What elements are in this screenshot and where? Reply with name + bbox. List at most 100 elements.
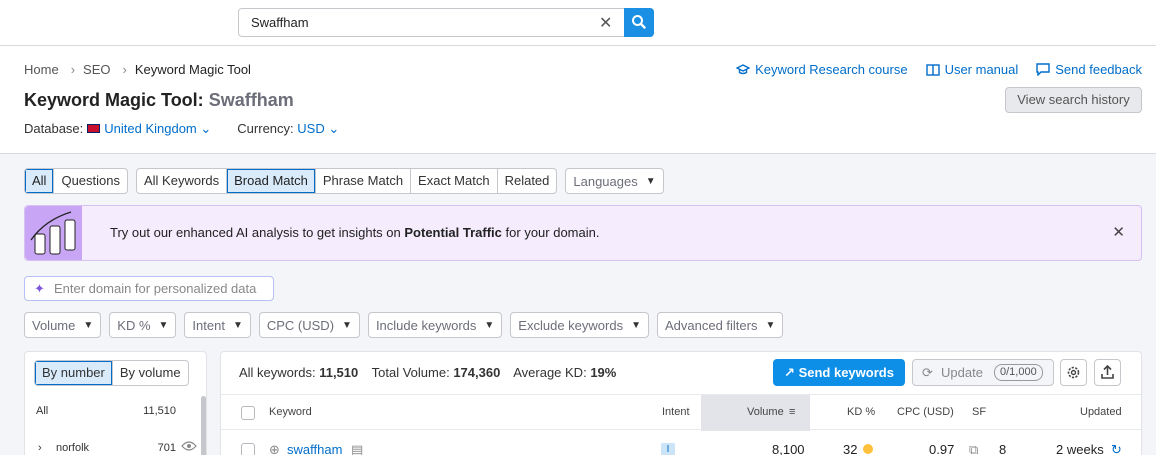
search-box[interactable]: Swaffham ✕ [238, 8, 654, 37]
sf-count: 8 [999, 442, 1007, 455]
domain-input[interactable]: ✦ Enter domain for personalized data [24, 276, 274, 301]
scrollbar[interactable] [201, 396, 206, 455]
filter-bar: Volume ▼ KD % ▼ Intent ▼ CPC (USD) ▼ Include… [24, 312, 784, 338]
update-count-badge: 0/1,000 [994, 364, 1043, 381]
add-circle-icon[interactable]: ⊕ [269, 442, 280, 455]
settings-button[interactable] [1060, 359, 1087, 386]
view-search-history-button[interactable]: View search history [1005, 87, 1142, 113]
send-keywords-label: Send keywords [798, 365, 894, 380]
group-sort-toggle: By number By volume [34, 360, 189, 386]
column-kd[interactable]: KD % [847, 406, 875, 418]
cpc-filter[interactable]: CPC (USD) ▼ [258, 312, 360, 338]
book-icon [925, 63, 940, 76]
graduation-cap-icon [736, 63, 751, 74]
question-toggle: All Questions [24, 168, 128, 194]
share-arrow-icon: ↗ [784, 365, 795, 380]
languages-dropdown[interactable]: Languages ▼ [565, 168, 664, 194]
total-volume-label: Total Volume: [371, 365, 450, 380]
tab-all-keywords[interactable]: All Keywords [137, 169, 228, 193]
currency-label: Currency: [237, 121, 294, 136]
course-link[interactable]: Keyword Research course [736, 62, 908, 77]
database-label: Database: [24, 121, 84, 136]
currency-value: USD [297, 121, 325, 136]
chevron-down-icon: ▼ [765, 319, 776, 331]
updated-value: 2 weeks [1056, 442, 1104, 455]
column-keyword[interactable]: Keyword [269, 406, 312, 418]
close-icon[interactable]: ✕ [599, 13, 612, 33]
kd-filter[interactable]: KD % ▼ [109, 312, 177, 338]
volume-filter[interactable]: Volume ▼ [24, 312, 102, 338]
advanced-filters[interactable]: Advanced filters ▼ [656, 312, 784, 338]
search-icon [632, 15, 646, 29]
tab-exact-match[interactable]: Exact Match [411, 169, 498, 193]
kd-dot-icon [863, 444, 874, 454]
chevron-down-icon: ▼ [645, 175, 656, 187]
update-label: Update [941, 365, 983, 380]
tab-questions[interactable]: Questions [54, 169, 127, 193]
manual-link-label: User manual [944, 62, 1019, 77]
eye-icon[interactable] [181, 440, 197, 455]
chart-illustration-icon [25, 206, 82, 260]
refresh-icon: ⟳ [922, 365, 933, 380]
column-cpc[interactable]: CPC (USD) [897, 406, 954, 418]
column-updated[interactable]: Updated [1080, 406, 1122, 418]
feedback-link[interactable]: Send feedback [1036, 62, 1142, 77]
refresh-icon[interactable]: ↻ [1111, 442, 1122, 455]
page-title-text: Keyword Magic Tool: [24, 90, 204, 110]
tab-all[interactable]: All [25, 169, 55, 193]
database-value: United Kingdom [104, 121, 197, 136]
select-all-checkbox[interactable] [241, 406, 255, 420]
table-row: ⊕ swaffham ▤ I 8,100 32 0.97 ⧉ 8 2 weeks… [221, 431, 1141, 455]
table-header: Keyword Intent Volume ≡ KD % CPC (USD) S… [221, 394, 1141, 431]
table-summary: All keywords: 11,510 Total Volume: 174,3… [239, 365, 626, 380]
chevron-down-icon: ▼ [631, 319, 641, 331]
match-type-toggle: All Keywords Broad Match Phrase Match Ex… [136, 168, 558, 194]
chevron-right-icon: › [122, 62, 127, 77]
search-input[interactable]: Swaffham [251, 15, 309, 30]
breadcrumb-seo[interactable]: SEO [83, 62, 110, 77]
database-selector[interactable]: Database: United Kingdom ⌄ [24, 121, 211, 137]
export-icon [1101, 364, 1114, 379]
all-keywords-count: 11,510 [319, 365, 359, 380]
sort-icon[interactable]: ≡ [789, 406, 795, 418]
tab-related[interactable]: Related [498, 169, 557, 193]
volume-value: 8,100 [772, 442, 805, 455]
banner-message: Try out our enhanced AI analysis to get … [110, 225, 599, 240]
include-keywords-filter[interactable]: Include keywords ▼ [367, 312, 503, 338]
ai-promo-banner: Try out our enhanced AI analysis to get … [24, 205, 1142, 261]
row-checkbox[interactable] [241, 443, 255, 455]
top-search-bar: Swaffham ✕ [0, 0, 1156, 46]
currency-selector[interactable]: Currency: USD ⌄ [237, 121, 339, 137]
exclude-keywords-label: Exclude keywords [518, 317, 624, 333]
tab-by-volume[interactable]: By volume [111, 361, 188, 385]
breadcrumb-home[interactable]: Home [24, 62, 59, 77]
tab-phrase-match[interactable]: Phrase Match [316, 169, 412, 193]
column-sf[interactable]: SF [972, 406, 986, 418]
intent-filter[interactable]: Intent ▼ [184, 312, 251, 338]
uk-flag-icon [87, 124, 101, 133]
header-links: Keyword Research course User manual Send… [736, 62, 1142, 77]
tab-by-number[interactable]: By number [35, 361, 112, 385]
column-volume[interactable]: Volume [747, 406, 784, 418]
update-button[interactable]: ⟳ Update 0/1,000 [912, 359, 1054, 386]
column-intent[interactable]: Intent [662, 406, 690, 418]
match-filters: All Questions All Keywords Broad Match P… [24, 168, 664, 194]
manual-link[interactable]: User manual [925, 62, 1019, 77]
serp-features-icon[interactable]: ⧉ [969, 442, 978, 455]
chevron-right-icon[interactable]: › [38, 442, 42, 454]
all-keywords-label: All keywords: [239, 365, 316, 380]
exclude-keywords-filter[interactable]: Exclude keywords ▼ [510, 312, 649, 338]
breadcrumb: Home › SEO › Keyword Magic Tool [24, 62, 255, 77]
tab-broad-match[interactable]: Broad Match [227, 169, 316, 193]
serp-icon[interactable]: ▤ [351, 442, 363, 455]
export-button[interactable] [1094, 359, 1121, 386]
course-link-label: Keyword Research course [755, 62, 908, 77]
keyword-link[interactable]: swaffham [287, 442, 342, 455]
search-button[interactable] [624, 8, 654, 37]
send-keywords-button[interactable]: ↗ Send keywords [773, 359, 905, 386]
cpc-filter-label: CPC (USD) [266, 317, 335, 333]
page-header: Home › SEO › Keyword Magic Tool Keyword Rese… [0, 46, 1156, 154]
chevron-down-icon: ▼ [342, 319, 352, 331]
close-icon[interactable]: ✕ [1112, 223, 1125, 241]
page-title: Keyword Magic Tool: Swaffham [24, 90, 294, 111]
